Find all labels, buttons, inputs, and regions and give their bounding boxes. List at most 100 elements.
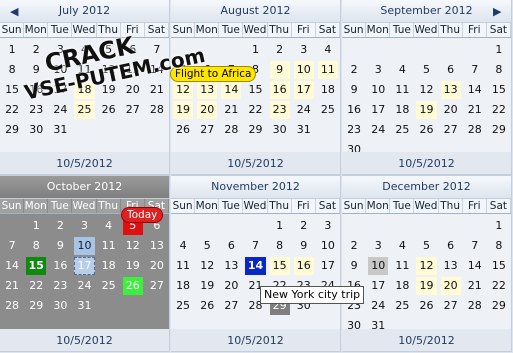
day-cell[interactable]: 19 [197, 277, 217, 295]
day-cell[interactable]: 7 [147, 41, 167, 59]
day-cell[interactable]: 17 [293, 81, 314, 99]
day-cell[interactable]: 14 [465, 81, 485, 99]
day-cell[interactable]: 8 [26, 237, 46, 255]
day-cell[interactable]: 28 [465, 297, 485, 315]
day-cell[interactable]: 29 [245, 121, 265, 139]
day-cell[interactable]: 25 [99, 277, 119, 295]
day-cell[interactable]: 13 [441, 257, 461, 275]
day-cell[interactable]: 31 [294, 121, 314, 139]
month-footer-date[interactable]: 10/5/2012 [342, 329, 512, 352]
day-cell[interactable]: 11 [317, 61, 338, 79]
day-cell[interactable]: 25 [392, 297, 412, 315]
day-cell[interactable]: 22 [26, 277, 46, 295]
day-cell[interactable]: 26 [122, 277, 143, 295]
day-cell[interactable]: 29 [2, 121, 22, 139]
day-cell[interactable]: 10 [293, 61, 314, 79]
day-cell[interactable]: 27 [221, 297, 241, 315]
day-cell[interactable]: 8 [489, 237, 509, 255]
day-cell[interactable]: 11 [173, 257, 193, 275]
day-cell[interactable]: 2 [270, 41, 290, 59]
day-cell[interactable]: 4 [392, 237, 412, 255]
day-cell[interactable]: 6 [123, 41, 143, 59]
day-cell[interactable]: 24 [294, 101, 314, 119]
day-cell[interactable]: 10 [74, 237, 95, 255]
day-cell[interactable]: 1 [489, 217, 509, 235]
day-cell[interactable]: 7 [2, 237, 22, 255]
day-cell[interactable]: 28 [221, 121, 241, 139]
day-cell[interactable]: 27 [123, 101, 143, 119]
day-cell[interactable]: 17 [368, 277, 388, 295]
day-cell[interactable]: 18 [392, 277, 412, 295]
day-cell[interactable]: 18 [173, 277, 193, 295]
day-cell[interactable]: 7 [465, 61, 485, 79]
day-cell[interactable]: 14 [147, 61, 167, 79]
day-cell[interactable]: 27 [197, 121, 217, 139]
day-cell[interactable]: 1 [26, 217, 46, 235]
day-cell[interactable]: 8 [489, 61, 509, 79]
day-cell[interactable]: 23 [344, 121, 364, 139]
day-cell[interactable]: 24 [368, 297, 388, 315]
day-cell[interactable]: 8 [270, 237, 290, 255]
day-cell[interactable]: 18 [99, 257, 119, 275]
day-cell[interactable]: 29 [489, 121, 509, 139]
day-cell[interactable]: 21 [465, 277, 485, 295]
month-title[interactable]: August 2012 [171, 0, 340, 23]
day-cell[interactable]: 22 [489, 101, 509, 119]
day-cell[interactable]: 5 [99, 41, 119, 59]
day-cell[interactable]: 5 [416, 61, 436, 79]
day-cell[interactable]: 2 [294, 217, 314, 235]
day-cell[interactable]: 9 [269, 61, 290, 79]
day-cell[interactable]: 19 [99, 81, 119, 99]
day-cell[interactable]: 7 [245, 237, 265, 255]
day-cell[interactable]: 13 [123, 61, 143, 79]
day-cell[interactable]: 22 [489, 277, 509, 295]
day-cell[interactable]: 3 [294, 41, 314, 59]
day-cell[interactable]: 18 [392, 101, 412, 119]
day-cell[interactable]: 9 [50, 237, 70, 255]
day-cell[interactable]: 26 [416, 297, 436, 315]
day-cell[interactable]: 24 [368, 121, 388, 139]
day-cell[interactable]: 15 [2, 81, 22, 99]
day-cell[interactable]: 12 [197, 257, 217, 275]
day-cell[interactable]: 1 [489, 41, 509, 59]
day-cell[interactable]: 4 [99, 217, 119, 235]
day-cell[interactable]: 14 [221, 81, 242, 99]
day-cell[interactable]: 26 [416, 121, 436, 139]
day-cell[interactable]: 28 [147, 101, 167, 119]
day-cell[interactable]: 19 [123, 257, 143, 275]
day-cell[interactable]: 21 [2, 277, 22, 295]
day-cell[interactable]: 14 [2, 257, 22, 275]
day-cell[interactable]: 12 [123, 237, 143, 255]
day-cell[interactable]: 11 [392, 257, 412, 275]
day-cell[interactable]: 4 [392, 61, 412, 79]
day-cell[interactable]: 17 [50, 81, 70, 99]
day-cell[interactable]: 6 [441, 237, 461, 255]
event-flight-to-africa[interactable]: Flight to Africa [170, 66, 257, 82]
day-cell[interactable]: 11 [74, 61, 94, 79]
day-cell[interactable]: 12 [173, 81, 194, 99]
day-cell[interactable]: 1 [2, 41, 22, 59]
day-cell[interactable]: 22 [245, 101, 265, 119]
day-cell[interactable]: 12 [416, 81, 436, 99]
month-footer-date[interactable]: 10/5/2012 [342, 152, 512, 175]
day-cell[interactable]: 15 [489, 81, 509, 99]
day-cell[interactable]: 20 [221, 277, 241, 295]
month-title[interactable]: December 2012 [342, 176, 511, 199]
day-cell[interactable]: 2 [50, 217, 70, 235]
day-cell[interactable]: 13 [197, 81, 218, 99]
day-cell[interactable]: 8 [2, 61, 22, 79]
day-cell[interactable]: 2 [344, 61, 364, 79]
day-cell[interactable]: 9 [344, 81, 364, 99]
day-cell[interactable]: 29 [26, 297, 46, 315]
next-month-arrow-icon[interactable]: ▶ [493, 5, 501, 18]
day-cell[interactable]: 15 [489, 257, 509, 275]
day-cell[interactable]: 4 [318, 41, 338, 59]
day-cell[interactable]: 4 [173, 237, 193, 255]
prev-month-arrow-icon[interactable]: ◀ [10, 5, 18, 18]
day-cell[interactable]: 25 [318, 101, 338, 119]
day-cell[interactable]: 10 [318, 237, 338, 255]
month-footer-date[interactable]: 10/5/2012 [0, 152, 170, 175]
day-cell[interactable]: 10 [368, 257, 389, 275]
day-cell[interactable]: 18 [318, 81, 338, 99]
day-cell[interactable]: 14 [245, 257, 266, 275]
